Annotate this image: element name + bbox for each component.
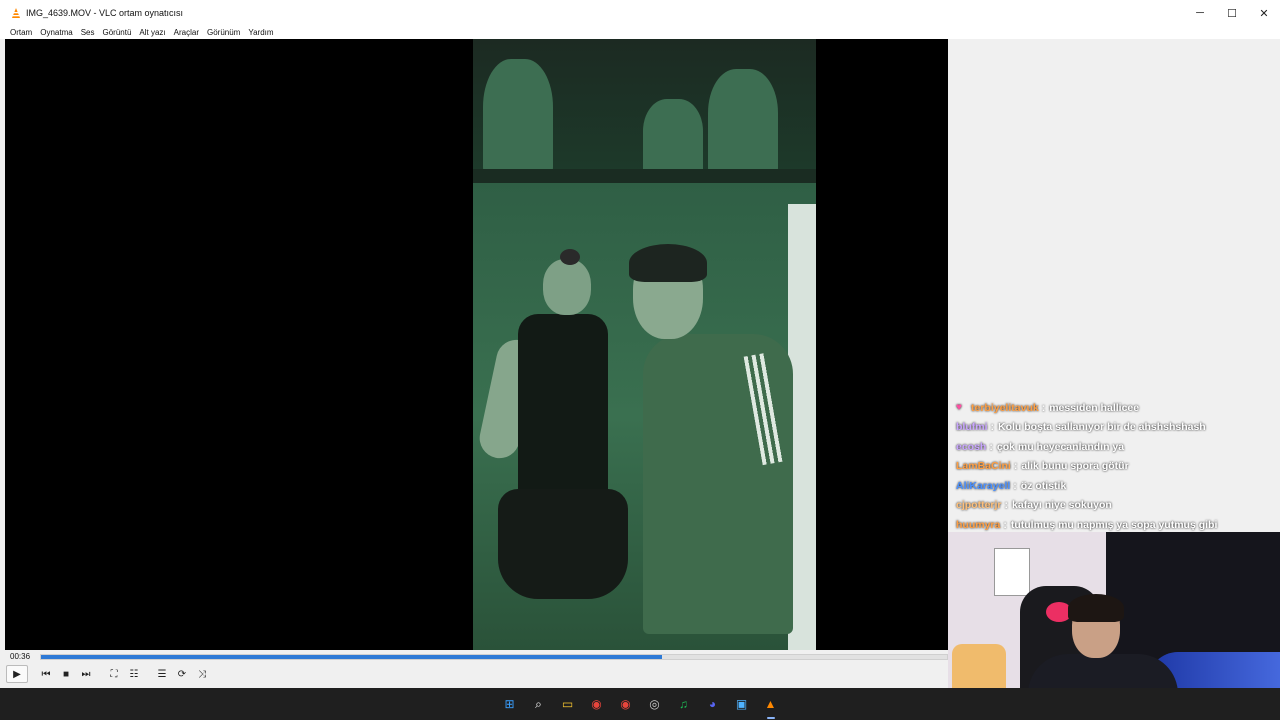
chat-message: blufmi: Kolu boşta sallanıyor bir de ahsh… [956, 418, 1280, 438]
taskbar-obs-icon[interactable]: ◎ [644, 693, 666, 715]
chat-text: kafayı niye sokuyon [1012, 499, 1112, 512]
chat-message: LamBaCini: alik bunu spora götür [956, 457, 1280, 477]
person-jersey [623, 244, 793, 650]
menu-oynatma[interactable]: Oynatma [36, 26, 76, 39]
crowd-person [643, 99, 703, 179]
playlist-icon[interactable]: ☰ [152, 665, 172, 683]
chat-username: terbiyelitavuk [971, 401, 1039, 414]
play-icon[interactable]: ▶ [6, 665, 28, 683]
taskbar-vlc-icon[interactable]: ▲ [760, 693, 782, 719]
chat-separator: : [1003, 518, 1007, 531]
crowd-person [708, 69, 778, 179]
stream-chat-overlay: ♥ terbiyelitavuk: messiden hallicee blufmi:… [956, 398, 1280, 535]
title-bar[interactable]: IMG_4639.MOV - VLC ortam oynatıcısı ─ ☐ … [0, 0, 1280, 26]
menu-bar: Ortam Oynatma Ses Görüntü Alt yazı Araçl… [0, 26, 1280, 39]
chat-message: AliKarayell: öz otistik [956, 476, 1280, 496]
chat-username: huumyra [956, 518, 1001, 531]
windows-taskbar: ⊞ ⌕ ▭ ◉ ◉ ◎ ♫ ◕ ▣ ▲ [0, 688, 1280, 720]
chat-separator: : [990, 421, 995, 434]
taskbar-file-explorer-icon[interactable]: ▭ [557, 693, 579, 715]
minimize-button[interactable]: ─ [1184, 0, 1216, 26]
chat-text: alik bunu spora götür [1021, 460, 1129, 473]
menu-gorunum[interactable]: Görünüm [203, 26, 244, 39]
taskbar-chrome-profile-icon[interactable]: ◉ [615, 693, 637, 715]
vlc-cone-icon [12, 8, 20, 18]
menu-alt-yazi[interactable]: Alt yazı [135, 26, 169, 39]
taskbar-spotify-icon[interactable]: ♫ [673, 693, 695, 715]
balcony-rail [473, 169, 816, 183]
chat-username: LamBaCini [956, 460, 1011, 473]
taskbar-discord-icon[interactable]: ◕ [702, 693, 724, 715]
taskbar-start-icon[interactable]: ⊞ [499, 693, 521, 715]
taskbar-chrome-icon[interactable]: ◉ [586, 693, 608, 715]
taskbar-photos-icon[interactable]: ▣ [731, 693, 753, 715]
person-signing [475, 249, 628, 650]
window-title: IMG_4639.MOV - VLC ortam oynatıcısı [26, 8, 184, 18]
player-controls: 00:36 ▶ ⏮ ■ ⏭ ⛶ ☷ ☰ ⟳ ⤨ [0, 650, 948, 688]
chat-text: tutulmuş mu napmış ya sopa yutmuş gibi [1010, 518, 1218, 531]
fullscreen-icon[interactable]: ⛶ [104, 665, 124, 683]
menu-yardim[interactable]: Yardım [244, 26, 277, 39]
chat-text: Kolu boşta sallanıyor bir de ahshshshash [998, 421, 1206, 434]
taskbar-search-icon[interactable]: ⌕ [528, 693, 550, 715]
next-icon[interactable]: ⏭ [76, 665, 96, 683]
chat-message: ♥ terbiyelitavuk: messiden hallicee [956, 398, 1280, 418]
crowd-person [483, 59, 553, 179]
chat-separator: : [1041, 401, 1046, 414]
chat-text: messiden hallicee [1049, 401, 1140, 414]
elapsed-time: 00:36 [10, 652, 31, 661]
chat-username: blufmi [956, 421, 988, 434]
chat-text: öz otistik [1020, 479, 1067, 492]
chat-text: çok mu heyecanlandın ya [996, 440, 1125, 453]
chat-separator: : [989, 440, 993, 453]
chat-username: ecosh [956, 440, 987, 453]
shuffle-icon[interactable]: ⤨ [192, 665, 212, 683]
chat-message: cjpotterjr: kafayı niye sokuyon [956, 496, 1280, 516]
window-controls: ─ ☐ ✕ [1184, 0, 1280, 26]
menu-goruntu[interactable]: Görüntü [99, 26, 136, 39]
cat-poster [994, 548, 1030, 596]
menu-ortam[interactable]: Ortam [6, 26, 36, 39]
extended-settings-icon[interactable]: ☷ [124, 665, 144, 683]
video-frame [473, 39, 816, 650]
seek-bar[interactable] [40, 654, 948, 660]
chat-separator: : [1013, 460, 1018, 473]
chat-separator: : [1004, 499, 1009, 512]
chat-username: cjpotterjr [956, 499, 1002, 512]
close-button[interactable]: ✕ [1248, 0, 1280, 26]
chat-separator: : [1013, 479, 1017, 492]
stop-icon[interactable]: ■ [56, 665, 76, 683]
chat-badge-icon: ♥ [956, 402, 962, 414]
control-buttons: ▶ ⏮ ■ ⏭ ⛶ ☷ ☰ ⟳ ⤨ [6, 665, 212, 683]
chat-message: ecosh: çok mu heyecanlandın ya [956, 437, 1280, 457]
previous-icon[interactable]: ⏮ [36, 665, 56, 683]
chat-username: AliKarayell [956, 479, 1011, 492]
loop-icon[interactable]: ⟳ [172, 665, 192, 683]
maximize-button[interactable]: ☐ [1216, 0, 1248, 26]
menu-ses[interactable]: Ses [77, 26, 99, 39]
menu-araclar[interactable]: Araçlar [170, 26, 203, 39]
video-output[interactable] [5, 39, 948, 650]
seek-progress [41, 655, 662, 659]
